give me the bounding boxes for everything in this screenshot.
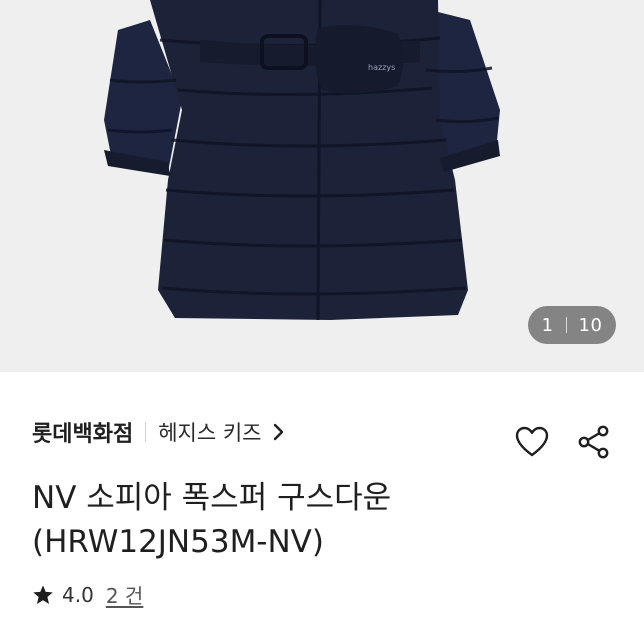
product-title-line1: NV 소피아 폭스퍼 구스다운 bbox=[32, 480, 392, 516]
action-icons bbox=[514, 424, 612, 460]
chevron-right-icon[interactable] bbox=[273, 423, 285, 441]
image-counter-current: 1 bbox=[541, 314, 554, 336]
rating-row: 4.0 2 건 bbox=[32, 580, 143, 609]
brand-row: 롯데백화점 헤지스 키즈 bbox=[32, 416, 285, 448]
product-info: 롯데백화점 헤지스 키즈 NV 소피아 폭스퍼 구스다운 (HRW12JN53M… bbox=[0, 372, 644, 644]
product-title: NV 소피아 폭스퍼 구스다운 (HRW12JN53M-NV) bbox=[32, 476, 622, 564]
counter-separator bbox=[565, 317, 567, 333]
share-icon[interactable] bbox=[576, 424, 612, 460]
brand-divider bbox=[145, 422, 147, 442]
review-count-link[interactable]: 2 건 bbox=[106, 580, 143, 609]
svg-text:hazzys: hazzys bbox=[368, 63, 395, 72]
star-icon bbox=[32, 584, 54, 606]
store-name[interactable]: 롯데백화점 bbox=[32, 416, 133, 448]
heart-outline-icon[interactable] bbox=[514, 424, 550, 460]
product-image-gallery[interactable]: hazzys 1 10 bbox=[0, 0, 644, 372]
image-counter-total: 10 bbox=[578, 314, 603, 336]
brand-link[interactable]: 헤지스 키즈 bbox=[158, 417, 261, 447]
image-counter: 1 10 bbox=[528, 306, 616, 344]
rating-score: 4.0 bbox=[62, 582, 94, 607]
product-title-line2: (HRW12JN53M-NV) bbox=[32, 524, 324, 560]
